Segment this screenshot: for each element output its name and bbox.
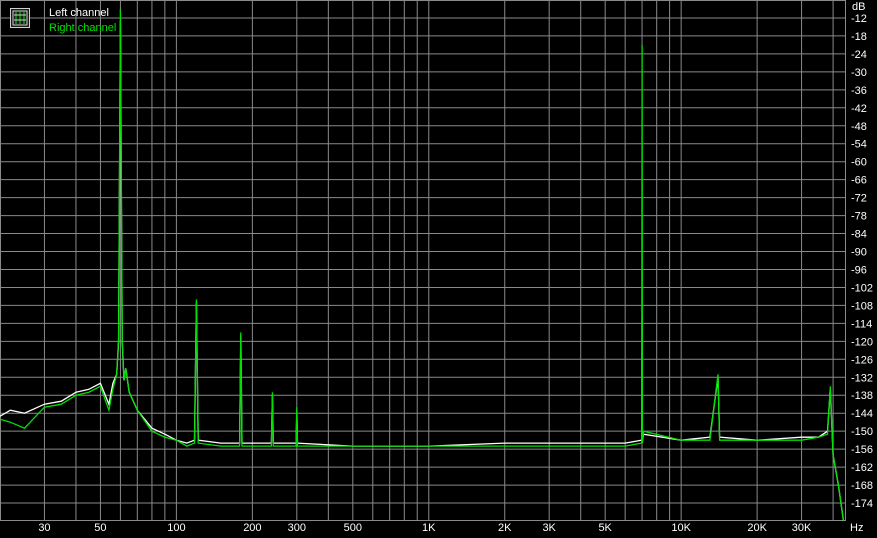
y-unit-label: dB	[852, 1, 865, 13]
y-tick-label: -72	[851, 193, 867, 205]
y-tick-label: -36	[851, 85, 867, 97]
y-tick-label: -144	[851, 408, 873, 420]
y-tick-label: -66	[851, 175, 867, 187]
y-tick-label: -156	[851, 444, 873, 456]
y-tick-label: -168	[851, 480, 873, 492]
x-tick-label: 3K	[542, 522, 556, 534]
y-tick-label: -18	[851, 31, 867, 43]
x-tick-label: 100	[167, 522, 185, 534]
x-unit-label: Hz	[850, 522, 863, 534]
x-tick-label: 1K	[422, 522, 436, 534]
y-tick-label: -42	[851, 103, 867, 115]
y-tick-label: -96	[851, 264, 867, 276]
y-tick-label: -78	[851, 211, 867, 223]
y-tick-label: -162	[851, 462, 873, 474]
y-tick-label: -132	[851, 372, 873, 384]
y-tick-label: -12	[851, 13, 867, 25]
x-tick-label: 2K	[498, 522, 512, 534]
x-tick-label: 500	[344, 522, 362, 534]
y-tick-label: -114	[851, 318, 872, 330]
legend-right-channel: Right channel	[49, 22, 117, 34]
y-tick-label: -48	[851, 121, 867, 133]
y-tick-label: -102	[851, 282, 873, 294]
x-tick-label: 200	[243, 522, 261, 534]
y-tick-label: -150	[851, 426, 873, 438]
x-tick-label: 300	[288, 522, 306, 534]
x-tick-label: 50	[94, 522, 106, 534]
y-tick-label: -60	[851, 157, 867, 169]
y-tick-label: -84	[851, 229, 867, 241]
y-tick-label: -30	[851, 67, 867, 79]
y-tick-label: -54	[851, 139, 867, 151]
spectrum-chart: -12 -18 -24 -30 -36 -42 -48 -54 -60 -66 -72 -78 -84 -…	[0, 0, 877, 538]
legend-toggle-icon[interactable]	[10, 8, 30, 28]
y-tick-label: -108	[851, 300, 873, 312]
y-tick-label: -138	[851, 390, 873, 402]
y-tick-label: -174	[851, 498, 873, 510]
x-tick-label: 5K	[598, 522, 612, 534]
x-tick-label: 30K	[792, 522, 812, 534]
y-tick-label: -120	[851, 336, 873, 348]
x-tick-label: 30	[38, 522, 50, 534]
x-tick-label: 10K	[671, 522, 691, 534]
y-tick-label: -90	[851, 247, 867, 259]
y-tick-label: -24	[851, 49, 867, 61]
legend-left-channel: Left channel	[49, 7, 109, 19]
y-tick-label: -126	[851, 354, 873, 366]
x-tick-label: 20K	[747, 522, 767, 534]
